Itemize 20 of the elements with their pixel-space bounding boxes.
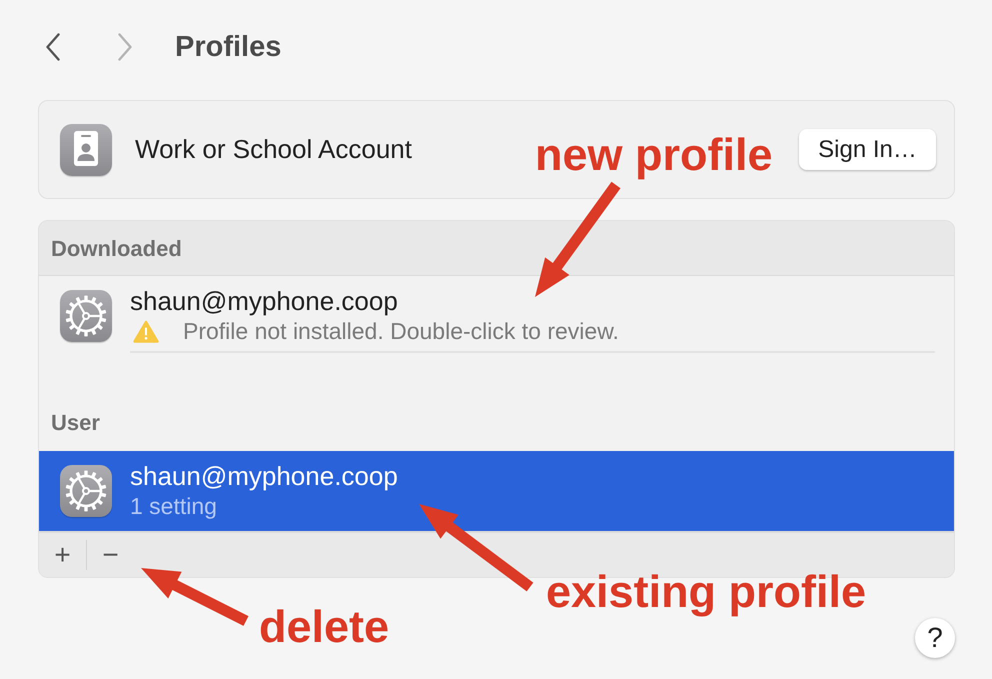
profile-detail: 1 setting (130, 492, 217, 521)
help-button[interactable]: ? (915, 618, 955, 658)
account-label: Work or School Account (135, 133, 412, 166)
profile-row[interactable]: shaun@myphone.coop 1 setting (39, 451, 954, 531)
annotation-label: new profile (535, 132, 773, 177)
section-header: User (51, 409, 100, 437)
annotation-label: existing profile (546, 569, 866, 614)
add-button[interactable]: + (39, 533, 86, 577)
id-badge-icon (60, 124, 112, 176)
profile-name: shaun@myphone.coop (130, 286, 398, 316)
profile-row[interactable]: shaun@myphone.coop Profile not installed. Double-click to review. (39, 276, 954, 356)
profile-detail: Profile not installed. Double-click to review. (183, 317, 619, 346)
annotation-label: delete (259, 604, 390, 649)
remove-button[interactable]: − (87, 533, 134, 577)
sign-in-button[interactable]: Sign In… (799, 129, 936, 170)
gear-icon (60, 290, 112, 342)
gear-icon (60, 465, 112, 517)
page-title: Profiles (175, 30, 282, 65)
profile-name: shaun@myphone.coop (130, 461, 398, 491)
section-header: Downloaded (39, 221, 954, 276)
